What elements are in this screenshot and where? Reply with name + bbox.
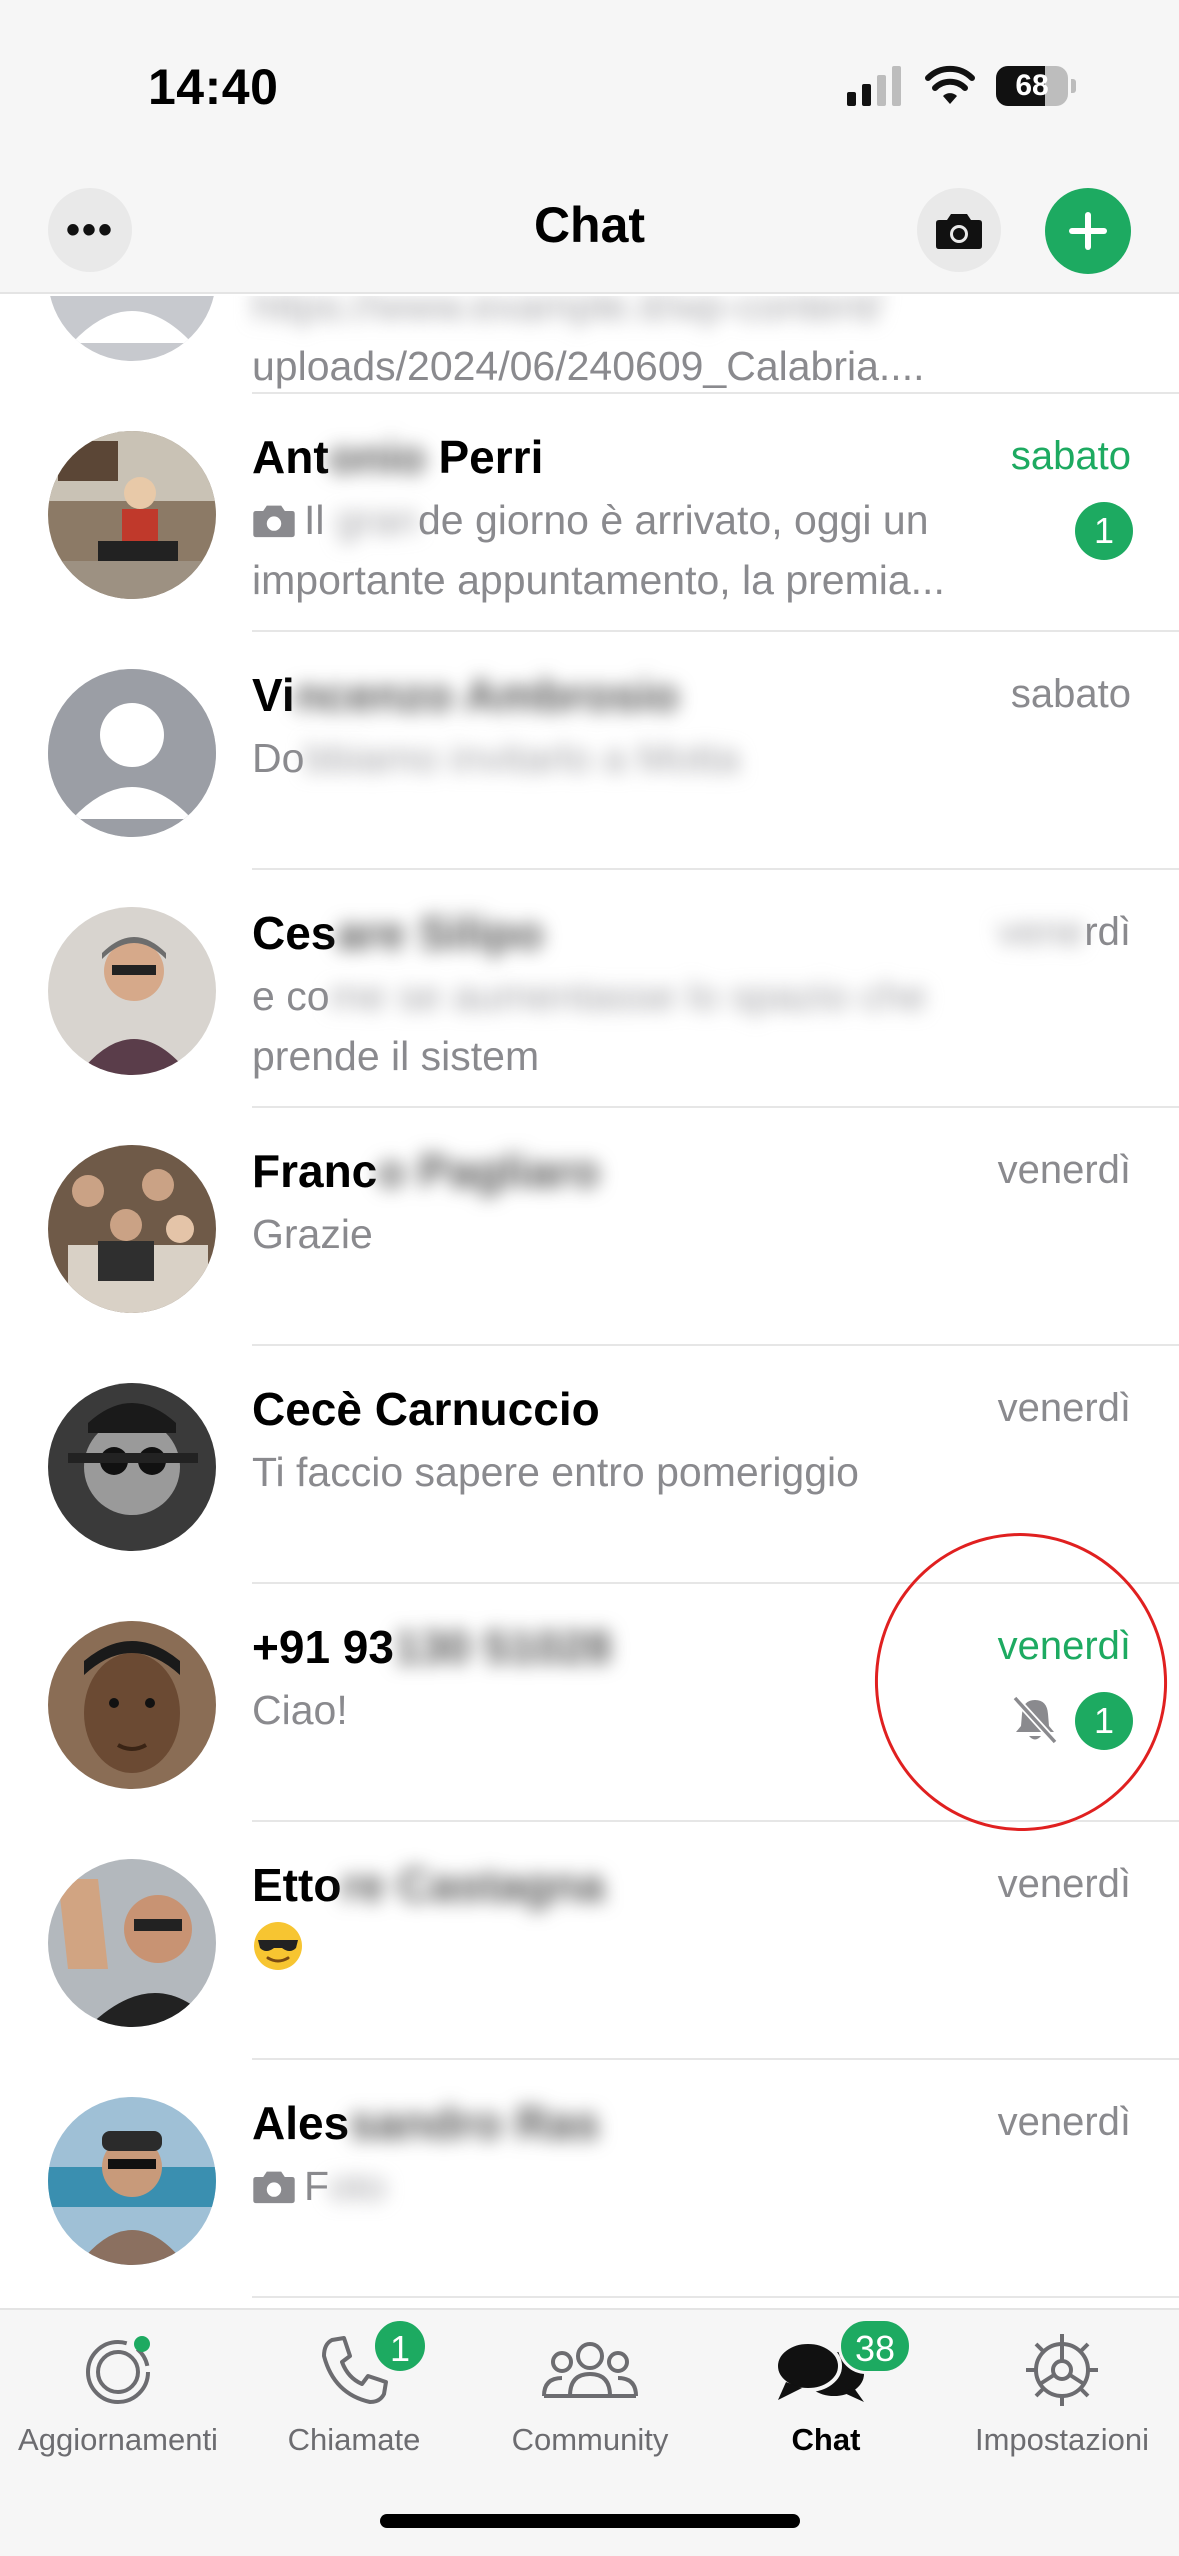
chat-name: Alessandro Ras [252, 2097, 600, 2149]
chat-preview: Foto [252, 2156, 1052, 2216]
community-icon [542, 2342, 638, 2398]
tab-chiamate[interactable]: 1 Chiamate [236, 2310, 472, 2460]
chat-date: venerdì [997, 2100, 1131, 2144]
chat-date: venerdì [997, 910, 1131, 954]
camera-icon [253, 2171, 295, 2204]
chat-row[interactable]: Alessandro Ras venerdì Foto [0, 2060, 1179, 2298]
chat-row[interactable]: Vincenzo Ambrosio sabato Dobbiamo invita… [0, 632, 1179, 870]
camera-icon [253, 505, 295, 538]
plus-icon [1069, 212, 1107, 250]
chat-date: venerdì [997, 1386, 1131, 1430]
chat-date: venerdì [997, 1624, 1131, 1668]
tab-bar: Aggiornamenti 1 Chiamate Community 38 Ch… [0, 2308, 1179, 2556]
settings-gear-icon [1026, 2334, 1098, 2406]
avatar [48, 1859, 216, 2027]
tab-impostazioni[interactable]: Impostazioni [944, 2310, 1179, 2460]
chat-name: Vincenzo Ambrosio [252, 669, 679, 721]
chat-preview: Ti faccio sapere entro pomeriggio [252, 1449, 859, 1495]
chat-row[interactable]: Franco Pagliaro venerdì Grazie [0, 1108, 1179, 1346]
battery-percent: 68 [1015, 69, 1049, 102]
chat-name: Cesare Silipo [252, 907, 544, 959]
tab-label: Impostazioni [974, 2422, 1150, 2457]
chat-row[interactable]: +91 93130 51028 venerdì Ciao! 1 [0, 1584, 1179, 1822]
navigation-header: ••• Chat [0, 170, 1179, 294]
cellular-signal-icon [847, 66, 901, 106]
avatar [48, 2097, 216, 2265]
battery-indicator: 68 [996, 66, 1076, 106]
new-chat-button[interactable] [1045, 188, 1131, 274]
status-time: 14:40 [148, 59, 279, 115]
tab-community[interactable]: Community [472, 2310, 708, 2460]
page-title: Chat [533, 197, 646, 253]
tab-label: Chat [791, 2422, 861, 2457]
tab-aggiornamenti[interactable]: Aggiornamenti [0, 2310, 236, 2460]
chat-badge: 38 [838, 2318, 913, 2374]
muted-bell-icon [1012, 1695, 1058, 1745]
calls-badge: 1 [372, 2318, 428, 2374]
chat-row[interactable]: Cecè Carnuccio venerdì Ti faccio sapere … [0, 1346, 1179, 1584]
sunglasses-emoji-icon [254, 1922, 302, 1970]
camera-icon [936, 214, 982, 249]
chat-date: sabato [1010, 672, 1131, 716]
unread-badge: 1 [1075, 502, 1133, 560]
chat-row[interactable]: Antonio Perri sabato Il grande giorno è … [0, 394, 1179, 632]
avatar [48, 907, 216, 1075]
chat-date: venerdì [997, 1862, 1131, 1906]
chat-preview: Il grande giorno è arrivato, oggi un imp… [252, 497, 945, 603]
chat-preview: e come se aumentasse lo spazio che prende… [252, 973, 927, 1079]
chat-name: Antonio Perri [252, 431, 544, 483]
updates-icon [86, 2336, 150, 2404]
chat-list[interactable]: https://www.example.it/wp-content/ uploa… [0, 296, 1179, 2308]
avatar [48, 431, 216, 599]
camera-button[interactable] [917, 188, 1001, 272]
status-bar: 14:40 68 [0, 0, 1179, 170]
chat-preview: Dobbiamo invitarlo a Motta [252, 735, 740, 781]
tab-label: Community [511, 2422, 669, 2457]
avatar [48, 1145, 216, 1313]
chat-preview [252, 1918, 1052, 1978]
chat-preview: Ciao! [252, 1687, 348, 1733]
tab-label: Chiamate [287, 2422, 421, 2457]
chat-row[interactable]: Cesare Silipo venerdì e come se aumentas… [0, 870, 1179, 1108]
chat-name: Ettore Castagna [252, 1859, 605, 1911]
chat-row[interactable]: https://www.example.it/wp-content/ uploa… [0, 296, 1179, 394]
tab-chat[interactable]: 38 Chat [708, 2310, 944, 2460]
chat-date: sabato [1010, 434, 1131, 478]
chat-name: Franco Pagliaro [252, 1145, 600, 1197]
avatar [48, 669, 216, 837]
chat-preview: Grazie [252, 1211, 373, 1257]
unread-badge: 1 [1075, 1692, 1133, 1750]
home-indicator[interactable] [380, 2514, 800, 2528]
wifi-icon [925, 65, 975, 104]
chat-preview: https://www.example.it/wp-content/ uploa… [252, 296, 925, 389]
chat-row[interactable]: Ettore Castagna venerdì [0, 1822, 1179, 2060]
avatar [48, 1621, 216, 1789]
chat-name: Cecè Carnuccio [252, 1383, 600, 1435]
chat-date: venerdì [997, 1148, 1131, 1192]
tab-label: Aggiornamenti [18, 2422, 218, 2457]
avatar [48, 1383, 216, 1551]
avatar [48, 296, 216, 361]
chat-name: +91 93130 51028 [252, 1621, 612, 1673]
